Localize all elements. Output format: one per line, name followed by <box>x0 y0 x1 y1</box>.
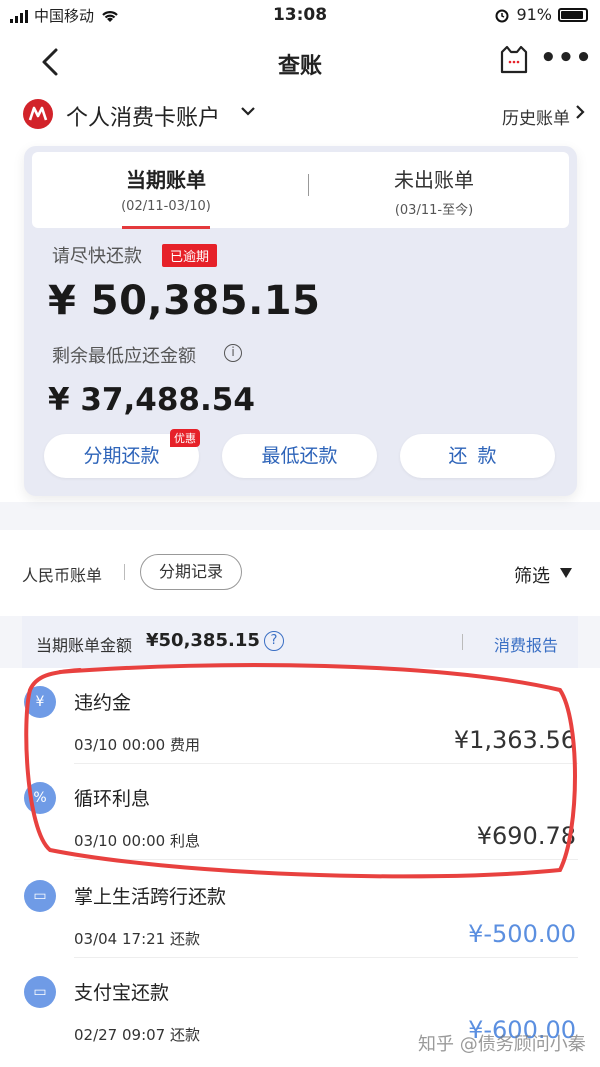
help-icon[interactable]: ? <box>264 631 284 651</box>
spending-report-link[interactable]: 消费报告 <box>494 632 558 656</box>
transaction-row[interactable]: % 循环利息 03/10 00:00 利息 ¥690.78 <box>0 764 600 860</box>
transaction-title: 循环利息 <box>74 788 151 810</box>
promo-badge: 优惠 <box>170 429 200 447</box>
wallet-icon: ▭ <box>24 976 56 1008</box>
bill-tabs: 当期账单 (02/11-03/10) 未出账单 (03/11-至今) <box>32 152 569 229</box>
battery-icon <box>558 7 588 22</box>
transaction-list: ¥ 违约金 03/10 00:00 费用 ¥1,363.56 % 循环利息 03… <box>0 668 600 1067</box>
summary-label: 当期账单金额 <box>36 636 133 655</box>
history-bill-link[interactable]: 历史账单 <box>502 104 570 129</box>
installment-record-button[interactable]: 分期记录 <box>140 554 242 590</box>
bill-card: 当期账单 (02/11-03/10) 未出账单 (03/11-至今) 请尽快还款… <box>24 146 577 496</box>
min-repay-amount: ¥ 37,488.54 <box>48 382 255 418</box>
bank-logo-icon <box>23 99 53 129</box>
tab-unbilled-label: 未出账单 <box>394 168 474 192</box>
min-repay-label: 剩余最低应还金额 <box>52 346 196 367</box>
transaction-row[interactable]: ¥ 违约金 03/10 00:00 费用 ¥1,363.56 <box>0 668 600 764</box>
more-icon[interactable]: ••• <box>540 45 593 71</box>
account-header: 个人消费卡账户 历史账单 <box>0 92 600 136</box>
status-bar: 中国移动 13:08 91% <box>0 0 600 32</box>
nav-bar: 查账 ••• <box>0 32 600 92</box>
summary-bar: 当期账单金额 ¥50,385.15 ? 消费报告 <box>22 616 578 668</box>
yen-icon: ¥ <box>24 686 56 718</box>
summary-divider <box>462 634 463 650</box>
tab-active-indicator <box>122 226 210 229</box>
service-cat-icon[interactable] <box>498 44 530 76</box>
transaction-time: 03/10 00:00 利息 <box>74 832 200 850</box>
rmb-bill-tab[interactable]: 人民币账单 <box>22 562 102 586</box>
transaction-title: 违约金 <box>74 692 132 714</box>
transaction-amount: ¥690.78 <box>476 822 576 850</box>
summary-amount: ¥50,385.15 <box>146 630 260 651</box>
percent-icon: % <box>24 782 56 814</box>
filter-icon[interactable] <box>560 568 572 578</box>
transaction-title: 支付宝还款 <box>74 982 170 1004</box>
tab-current-label: 当期账单 <box>126 168 206 192</box>
transaction-time: 03/10 00:00 费用 <box>74 736 200 754</box>
bill-card-section: 当期账单 (02/11-03/10) 未出账单 (03/11-至今) 请尽快还款… <box>0 136 600 502</box>
repay-prompt: 请尽快还款 <box>52 246 142 267</box>
repay-button[interactable]: 还款 <box>400 434 555 478</box>
tab-unbilled[interactable]: 未出账单 (03/11-至今) <box>300 164 568 218</box>
amount-due: ¥ 50,385.15 <box>48 278 321 324</box>
transaction-time: 02/27 09:07 还款 <box>74 1026 200 1044</box>
overdue-badge: 已逾期 <box>162 244 218 267</box>
account-selector[interactable]: 个人消费卡账户 <box>66 100 220 132</box>
info-icon[interactable]: i <box>224 344 242 362</box>
alarm-icon <box>495 9 509 22</box>
chevron-right-icon[interactable] <box>574 102 586 122</box>
filter-row: 人民币账单 分期记录 筛选 <box>0 530 600 616</box>
transaction-time: 03/04 17:21 还款 <box>74 930 200 948</box>
filter-button[interactable]: 筛选 <box>514 562 550 588</box>
chevron-down-icon[interactable] <box>240 104 256 118</box>
tab-current-bill[interactable]: 当期账单 (02/11-03/10) <box>32 164 300 229</box>
tab-current-date: (02/11-03/10) <box>121 199 211 214</box>
transaction-title: 掌上生活跨行还款 <box>74 886 227 908</box>
filter-divider <box>124 564 125 580</box>
watermark: 知乎 @债务顾问小秦 <box>418 1034 586 1055</box>
transaction-amount: ¥1,363.56 <box>453 726 576 754</box>
min-repay-button[interactable]: 最低还款 <box>222 434 377 478</box>
transaction-amount: ¥-500.00 <box>468 920 576 948</box>
wallet-icon: ▭ <box>24 880 56 912</box>
tab-unbilled-date: (03/11-至今) <box>394 203 474 218</box>
transaction-row[interactable]: ▭ 掌上生活跨行还款 03/04 17:21 还款 ¥-500.00 <box>0 862 600 958</box>
battery-percent: 91% <box>516 5 552 24</box>
row-divider <box>74 859 578 860</box>
status-right: 91% <box>494 5 588 24</box>
